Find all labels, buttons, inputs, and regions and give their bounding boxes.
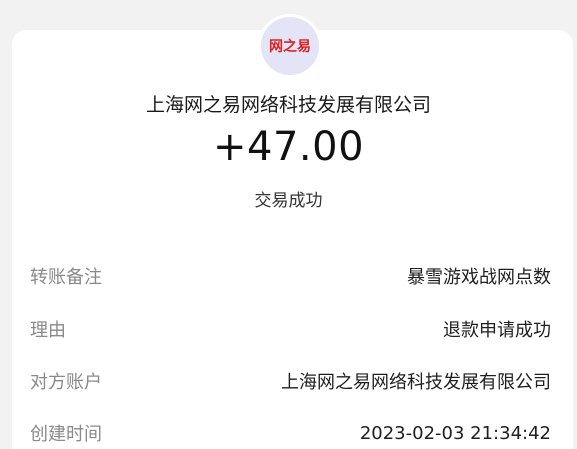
transaction-status: 交易成功 — [254, 191, 323, 211]
detail-value: 2023-02-03 21:34:42 — [359, 422, 551, 444]
detail-label: 转账备注 — [30, 267, 102, 288]
transaction-detail-screen: 网之易 上海网之易网络科技发展有限公司 +47.00 交易成功 转账备注 暴雪游… — [0, 0, 577, 449]
detail-row-reason: 理由 退款申请成功 — [30, 314, 551, 344]
merchant-logo-text: 网之易 — [269, 39, 311, 55]
merchant-logo: 网之易 — [258, 14, 322, 78]
transaction-amount: +47.00 — [212, 124, 365, 170]
detail-label: 理由 — [30, 320, 66, 341]
detail-label: 创建时间 — [30, 424, 102, 445]
detail-label: 对方账户 — [30, 372, 102, 393]
detail-row-remark: 转账备注 暴雪游戏战网点数 — [30, 261, 551, 291]
detail-value: 退款申请成功 — [443, 320, 551, 341]
detail-row-counterparty[interactable]: 对方账户 上海网之易网络科技发展有限公司 — [30, 366, 551, 396]
merchant-name: 上海网之易网络科技发展有限公司 — [145, 94, 431, 116]
detail-row-created-time: 创建时间 2023-02-03 21:34:42 — [30, 418, 551, 448]
detail-value: 上海网之易网络科技发展有限公司 — [281, 372, 551, 393]
detail-value: 暴雪游戏战网点数 — [407, 267, 551, 288]
